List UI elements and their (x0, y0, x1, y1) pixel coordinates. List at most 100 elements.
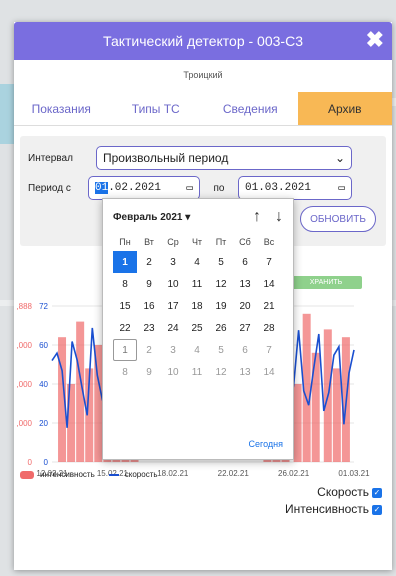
x-tick-label: 26.02.21 (278, 469, 310, 478)
date-to-input[interactable]: 01.03.2021 ▭ (238, 176, 352, 200)
datepicker-header: Февраль 2021 ▾ ↑ ↓ (103, 199, 293, 227)
calendar-day[interactable]: 4 (185, 251, 209, 273)
checkbox-icon[interactable]: ✓ (372, 487, 382, 498)
calendar-day[interactable]: 27 (233, 317, 257, 339)
calendar-day[interactable]: 20 (233, 295, 257, 317)
weekday-header: Пт (215, 237, 227, 247)
calendar-day[interactable]: 4 (185, 339, 209, 361)
datepicker-popup: Февраль 2021 ▾ ↑ ↓ Пн Вт Ср Чт Пт Сб Вс 1 2 3 4 5 6 7… (102, 198, 294, 460)
intensity-toggle[interactable]: Интенсивность ✓ (285, 501, 382, 518)
calendar-day[interactable]: 9 (137, 361, 161, 383)
calendar-day[interactable]: 8 (113, 361, 137, 383)
today-link[interactable]: Сегодня (249, 439, 284, 449)
save-badge[interactable]: ХРАНИТЬ (290, 276, 362, 289)
y-tick-label: 40 (39, 380, 48, 389)
intensity-bar (293, 384, 302, 462)
calendar-icon[interactable]: ▭ (186, 181, 193, 195)
speed-swatch (108, 473, 119, 476)
calendar-day[interactable]: 24 (161, 317, 185, 339)
calendar-day[interactable]: 21 (257, 295, 281, 317)
speed-toggle-label: Скорость (317, 485, 369, 499)
calendar-day[interactable]: 12 (209, 361, 233, 383)
calendar-day[interactable]: 17 (161, 295, 185, 317)
calendar-day[interactable]: 14 (257, 361, 281, 383)
tab-vehicle-types[interactable]: Типы ТС (109, 92, 204, 125)
refresh-button[interactable]: ОБНОВИТЬ (300, 206, 376, 232)
date-from-input[interactable]: 01.02.2021 ▭ (88, 176, 200, 200)
calendar-day[interactable]: 2 (137, 339, 161, 361)
calendar-day[interactable]: 18 (185, 295, 209, 317)
modal-header: Тактический детектор - 003-C3 ✖ (14, 22, 392, 60)
month-select[interactable]: Февраль 2021 ▾ (113, 212, 190, 223)
modal-title: Тактический детектор - 003-C3 (103, 33, 303, 49)
to-label: по (213, 182, 225, 194)
intensity-swatch (20, 470, 34, 479)
calendar-day[interactable]: 13 (233, 273, 257, 295)
y-tick-label: 0 (44, 458, 49, 467)
period-label: Период с (28, 182, 71, 194)
calendar-day[interactable]: 10 (161, 273, 185, 295)
calendar-day[interactable]: 5 (209, 251, 233, 273)
interval-select[interactable]: Произвольный период ⌄ (96, 146, 352, 170)
weekday-header: Пн (119, 237, 131, 247)
date-to-value: 01.03.2021 (245, 182, 312, 194)
tab-bar: Показания Типы ТС Сведения Архив (14, 92, 392, 126)
detector-modal: Тактический детектор - 003-C3 ✖ Троицкий… (14, 22, 392, 570)
calendar-day[interactable]: 14 (257, 273, 281, 295)
intensity-bar (332, 368, 341, 462)
calendar-day[interactable]: 9 (137, 273, 161, 295)
legend-intensity-label: интенсивность (40, 470, 95, 479)
calendar-grid: Пн Вт Ср Чт Пт Сб Вс 1 2 3 4 5 6 7 8 9 10 11 12 13 14 15 16 17 1… (113, 233, 293, 383)
weekday-header: Ср (167, 237, 179, 247)
interval-row: Интервал Произвольный период ⌄ (28, 146, 352, 170)
calendar-day[interactable]: 7 (257, 339, 281, 361)
arrow-up-icon[interactable]: ↑ (253, 208, 261, 226)
y-tick-label: 60 (39, 341, 48, 350)
calendar-day[interactable]: 19 (209, 295, 233, 317)
y-right-tick-label: ,000 (16, 341, 32, 350)
calendar-day[interactable]: 25 (185, 317, 209, 339)
chart-legend: интенсивность скорость (20, 470, 158, 479)
calendar-day[interactable]: 3 (161, 251, 185, 273)
period-row: Период с 01.02.2021 ▭ по 01.03.2021 ▭ (28, 176, 352, 200)
calendar-day[interactable]: 3 (161, 339, 185, 361)
calendar-day[interactable]: 6 (233, 251, 257, 273)
tab-archive[interactable]: Архив (297, 92, 392, 125)
y-tick-label: 72 (39, 302, 48, 311)
tab-readings[interactable]: Показания (14, 92, 109, 125)
calendar-day[interactable]: 1 (113, 339, 137, 361)
date-from-day: 01 (95, 182, 109, 194)
arrow-down-icon[interactable]: ↓ (275, 208, 283, 226)
calendar-day[interactable]: 7 (257, 251, 281, 273)
calendar-day[interactable]: 6 (233, 339, 257, 361)
calendar-day[interactable]: 15 (113, 295, 137, 317)
interval-label: Интервал (28, 152, 73, 164)
x-tick-label: 01.03.21 (338, 469, 370, 478)
series-toggles: Скорость ✓ Интенсивность ✓ (285, 484, 382, 518)
calendar-day[interactable]: 10 (161, 361, 185, 383)
location-subtitle: Троицкий (183, 70, 223, 80)
tab-info[interactable]: Сведения (203, 92, 298, 125)
calendar-day[interactable]: 28 (257, 317, 281, 339)
weekday-header: Вт (144, 237, 154, 247)
y-axis-left: 0 20 40 60 72 (39, 302, 48, 467)
calendar-day[interactable]: 11 (185, 273, 209, 295)
calendar-day[interactable]: 22 (113, 317, 137, 339)
calendar-day[interactable]: 2 (137, 251, 161, 273)
calendar-day[interactable]: 13 (233, 361, 257, 383)
speed-toggle[interactable]: Скорость ✓ (285, 484, 382, 501)
calendar-day[interactable]: 11 (185, 361, 209, 383)
calendar-day[interactable]: 16 (137, 295, 161, 317)
calendar-day[interactable]: 5 (209, 339, 233, 361)
y-right-tick-label: ,888 (16, 302, 32, 311)
calendar-day[interactable]: 8 (113, 273, 137, 295)
calendar-day[interactable]: 12 (209, 273, 233, 295)
checkbox-icon[interactable]: ✓ (372, 504, 382, 515)
calendar-icon[interactable]: ▭ (338, 181, 345, 195)
calendar-day[interactable]: 23 (137, 317, 161, 339)
calendar-day[interactable]: 26 (209, 317, 233, 339)
close-icon[interactable]: ✖ (366, 29, 384, 51)
x-tick-label: 22.02.21 (218, 469, 250, 478)
date-from-rest: .02.2021 (108, 182, 162, 194)
calendar-day[interactable]: 1 (113, 251, 137, 273)
